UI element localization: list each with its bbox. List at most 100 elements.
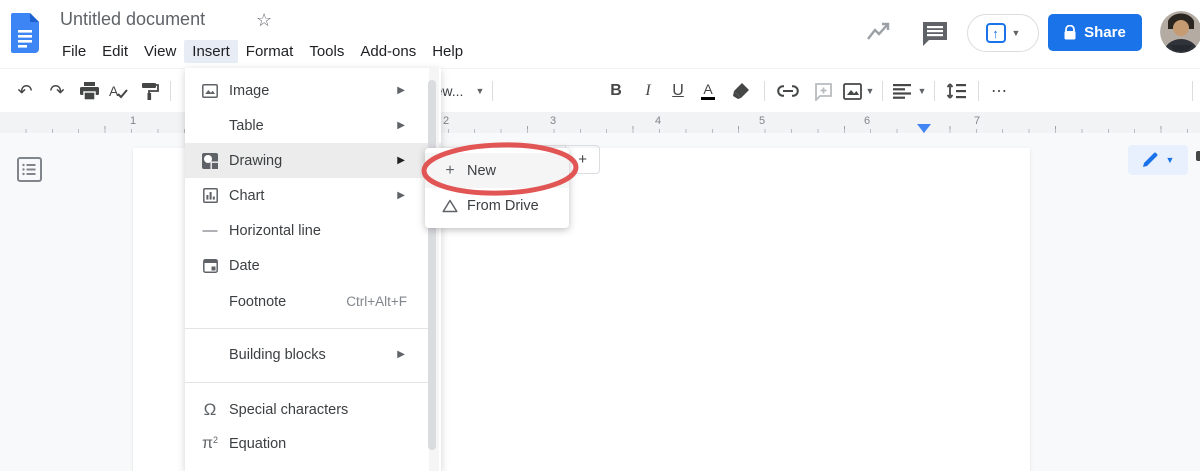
menu-format[interactable]: Format xyxy=(238,40,302,63)
add-comment-button[interactable] xyxy=(808,69,838,113)
menu-item-label: Image xyxy=(229,82,270,99)
toolbar-divider xyxy=(764,81,765,101)
ruler-number: 2 xyxy=(442,115,450,127)
font-family-caret-icon[interactable]: ▼ xyxy=(472,69,488,113)
menu-bar: File Edit View Insert Format Tools Add-o… xyxy=(54,40,471,63)
present-caret-icon: ▼ xyxy=(1011,28,1021,38)
editing-mode-caret-icon: ▼ xyxy=(1165,155,1175,165)
text-color-button[interactable]: A xyxy=(694,69,722,113)
menu-item-label: Building blocks xyxy=(229,346,326,363)
insert-menu-item-image[interactable]: Image ▶ xyxy=(185,73,441,108)
align-button[interactable] xyxy=(888,69,916,113)
menu-addons[interactable]: Add-ons xyxy=(352,40,424,63)
italic-button[interactable]: I xyxy=(634,69,662,113)
menu-item-label: Drawing xyxy=(229,152,283,169)
submenu-item-from-drive[interactable]: From Drive xyxy=(425,188,569,223)
menu-item-label: Equation xyxy=(229,435,287,452)
present-arrow-icon: ↑ xyxy=(985,23,1006,43)
menu-scrollbar-thumb[interactable] xyxy=(428,80,436,450)
svg-text:A: A xyxy=(109,83,119,99)
print-button[interactable] xyxy=(74,69,104,113)
insert-menu-item-drawing[interactable]: Drawing ▶ xyxy=(185,143,441,178)
menu-insert[interactable]: Insert xyxy=(184,40,238,63)
menu-item-label: Chart xyxy=(229,187,265,204)
pencil-icon xyxy=(1142,152,1157,167)
hidden-toolbar-icon xyxy=(1196,151,1200,161)
present-button[interactable]: ↑ ▼ xyxy=(967,14,1039,52)
star-icon[interactable]: ☆ xyxy=(256,10,272,31)
image-icon xyxy=(200,83,220,98)
omega-icon: Ω xyxy=(203,399,217,419)
menu-item-label: Horizontal line xyxy=(229,222,321,239)
insert-menu-item-equation[interactable]: π2 Equation xyxy=(185,426,441,461)
menu-tools[interactable]: Tools xyxy=(301,40,352,63)
insert-menu-item-special-characters[interactable]: Ω Special characters xyxy=(185,392,441,427)
toolbar-divider xyxy=(882,81,883,101)
user-avatar[interactable] xyxy=(1160,11,1200,53)
text-color-swatch xyxy=(701,97,715,100)
chart-icon xyxy=(200,188,220,203)
drawing-submenu: + New From Drive xyxy=(425,148,569,228)
google-docs-logo[interactable] xyxy=(11,13,39,53)
link-icon xyxy=(777,85,799,97)
activity-trend-icon[interactable] xyxy=(864,20,894,46)
ruler-number: 7 xyxy=(973,115,981,127)
submenu-item-label: From Drive xyxy=(467,197,539,214)
drawing-icon xyxy=(200,152,220,169)
toolbar-divider xyxy=(978,81,979,101)
spellcheck-icon: A xyxy=(109,83,128,99)
insert-menu-item-footnote[interactable]: Footnote Ctrl+Alt+F xyxy=(185,284,441,319)
shortcut-label: Ctrl+Alt+F xyxy=(346,294,407,309)
submenu-arrow-icon: ▶ xyxy=(397,120,405,131)
editing-mode-button[interactable]: ▼ xyxy=(1128,145,1188,175)
document-title[interactable]: Untitled document xyxy=(60,9,205,30)
right-indent-marker[interactable] xyxy=(917,124,931,133)
menu-item-label: Table xyxy=(229,117,264,134)
submenu-item-label: New xyxy=(467,162,497,179)
submenu-item-new[interactable]: + New xyxy=(425,153,569,188)
menu-scrollbar-track[interactable] xyxy=(428,68,439,471)
bold-button[interactable]: B xyxy=(602,69,630,113)
redo-icon: ↷ xyxy=(49,80,65,101)
insert-menu-item-building-blocks[interactable]: Building blocks ▶ xyxy=(185,337,441,372)
undo-icon: ↶ xyxy=(17,80,33,101)
show-outline-button[interactable] xyxy=(17,157,42,182)
font-size-increase-button[interactable]: + xyxy=(565,146,599,173)
align-caret-icon[interactable]: ▼ xyxy=(914,69,930,113)
equation-icon: π2 xyxy=(201,434,219,452)
date-icon xyxy=(200,258,220,273)
menu-divider xyxy=(185,328,429,329)
lock-icon xyxy=(1064,25,1076,40)
highlight-color-button[interactable] xyxy=(726,69,756,113)
menu-help[interactable]: Help xyxy=(424,40,471,63)
spellcheck-button[interactable]: A xyxy=(104,69,134,113)
align-left-icon xyxy=(893,83,911,99)
menu-file[interactable]: File xyxy=(54,40,94,63)
menu-view[interactable]: View xyxy=(136,40,184,63)
paint-format-button[interactable] xyxy=(134,69,164,113)
insert-link-button[interactable] xyxy=(772,69,804,113)
redo-button[interactable]: ↷ xyxy=(42,69,72,113)
more-options-button[interactable]: ⋯ xyxy=(984,69,1016,113)
toolbar-divider xyxy=(492,81,493,101)
insert-menu-item-horizontal-line[interactable]: — Horizontal line xyxy=(185,213,441,248)
ruler[interactable]: 1 2 3 4 5 6 7 xyxy=(0,112,1200,133)
share-button[interactable]: Share xyxy=(1048,14,1142,51)
insert-image-caret-icon[interactable]: ▼ xyxy=(862,69,878,113)
document-area xyxy=(0,133,1200,471)
line-spacing-button[interactable] xyxy=(940,69,972,113)
plus-icon: + xyxy=(445,161,455,179)
insert-menu-item-table[interactable]: Table ▶ xyxy=(185,108,441,143)
app-header: Untitled document ☆ File Edit View Inser… xyxy=(0,0,1200,68)
comment-history-icon[interactable] xyxy=(920,20,950,48)
paint-format-icon xyxy=(141,82,159,100)
line-spacing-icon xyxy=(946,83,966,99)
insert-menu-item-chart[interactable]: Chart ▶ xyxy=(185,178,441,213)
outline-icon xyxy=(17,157,42,182)
underline-button[interactable]: U xyxy=(664,69,692,113)
insert-menu-item-date[interactable]: Date xyxy=(185,248,441,283)
menu-edit[interactable]: Edit xyxy=(94,40,136,63)
ruler-number: 5 xyxy=(758,115,766,127)
share-label: Share xyxy=(1084,24,1126,41)
undo-button[interactable]: ↶ xyxy=(10,69,40,113)
